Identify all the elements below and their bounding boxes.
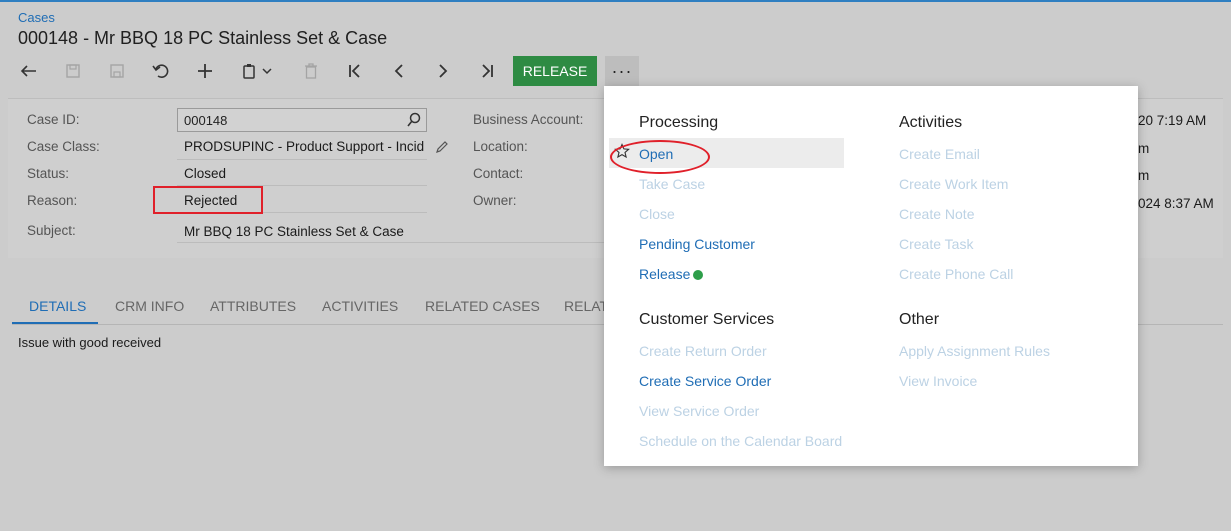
menu-item-release[interactable]: Release: [639, 266, 704, 282]
case-class-label: Case Class:: [27, 139, 100, 154]
menu-item-view-invoice[interactable]: View Invoice: [899, 373, 977, 389]
tab-activities[interactable]: ACTIVITIES: [322, 298, 398, 314]
save-close-icon[interactable]: [102, 56, 132, 86]
first-record-icon[interactable]: [340, 56, 370, 86]
open-highlight-oval: [610, 140, 710, 174]
menu-item-create-phone-call[interactable]: Create Phone Call: [899, 266, 1013, 282]
contact-label: Contact:: [473, 166, 524, 181]
right-field-value-1: 20 7:19 AM: [1138, 113, 1207, 128]
case-id-input[interactable]: 000148: [177, 108, 427, 132]
reason-label: Reason:: [27, 193, 78, 208]
menu-item-create-service-order[interactable]: Create Service Order: [639, 373, 771, 389]
tab-attributes[interactable]: ATTRIBUTES: [210, 298, 296, 314]
menu-item-release-label: Release: [639, 266, 691, 282]
last-record-icon[interactable]: [472, 56, 502, 86]
menu-item-create-email[interactable]: Create Email: [899, 146, 980, 162]
menu-item-create-note[interactable]: Create Note: [899, 206, 974, 222]
status-label: Status:: [27, 166, 70, 181]
tab-related-truncated[interactable]: RELAT: [564, 298, 608, 314]
case-id-value: 000148: [184, 113, 228, 128]
breadcrumb[interactable]: Cases: [18, 10, 55, 25]
search-icon[interactable]: [406, 111, 422, 129]
undo-icon[interactable]: [146, 56, 176, 86]
back-icon[interactable]: [14, 56, 44, 86]
delete-icon[interactable]: [296, 56, 326, 86]
menu-item-pending-customer[interactable]: Pending Customer: [639, 236, 755, 252]
tab-details[interactable]: DETAILS: [29, 298, 86, 314]
menu-item-take-case[interactable]: Take Case: [639, 176, 705, 192]
right-field-value-3: m: [1138, 168, 1150, 183]
next-record-icon[interactable]: [428, 56, 458, 86]
page-title: 000148 - Mr BBQ 18 PC Stainless Set & Ca…: [18, 28, 388, 48]
menu-item-create-return-order[interactable]: Create Return Order: [639, 343, 767, 359]
menu-item-view-service-order[interactable]: View Service Order: [639, 403, 759, 419]
tab-related-cases[interactable]: RELATED CASES: [425, 298, 540, 314]
menu-item-create-task[interactable]: Create Task: [899, 236, 973, 252]
status-value[interactable]: Closed: [184, 166, 226, 181]
subject-label: Subject:: [27, 223, 76, 238]
status-dot-icon: [693, 270, 704, 280]
menu-section-customer-services: Customer Services: [639, 311, 775, 328]
location-label: Location:: [473, 139, 528, 154]
menu-section-other: Other: [899, 311, 940, 328]
subject-value[interactable]: Mr BBQ 18 PC Stainless Set & Case: [184, 224, 404, 239]
owner-label: Owner:: [473, 193, 517, 208]
more-actions-button[interactable]: ···: [605, 56, 639, 86]
release-button[interactable]: RELEASE: [513, 56, 597, 86]
menu-section-activities: Activities: [899, 114, 963, 131]
previous-record-icon[interactable]: [384, 56, 414, 86]
right-field-value-4: 024 8:37 AM: [1138, 196, 1214, 211]
case-class-underline: [177, 159, 427, 160]
save-icon[interactable]: [58, 56, 88, 86]
business-account-label: Business Account:: [473, 112, 584, 127]
menu-item-close[interactable]: Close: [639, 206, 675, 222]
case-id-label: Case ID:: [27, 112, 80, 127]
copy-paste-icon[interactable]: [236, 56, 280, 86]
edit-pencil-icon[interactable]: [434, 139, 450, 155]
details-text: Issue with good received: [18, 335, 162, 350]
top-accent-line: [0, 0, 1231, 2]
menu-item-create-work-item[interactable]: Create Work Item: [899, 176, 1008, 192]
menu-item-apply-assignment-rules[interactable]: Apply Assignment Rules: [899, 343, 1050, 359]
subject-underline: [177, 242, 607, 243]
tab-crm-info[interactable]: CRM INFO: [115, 298, 184, 314]
menu-section-processing: Processing: [639, 114, 719, 131]
reason-highlight-box: [153, 186, 263, 214]
add-icon[interactable]: [190, 56, 220, 86]
right-field-value-2: m: [1138, 141, 1150, 156]
case-class-value[interactable]: PRODSUPINC - Product Support - Incide: [184, 139, 424, 154]
menu-item-schedule-calendar-board[interactable]: Schedule on the Calendar Board: [639, 433, 842, 449]
